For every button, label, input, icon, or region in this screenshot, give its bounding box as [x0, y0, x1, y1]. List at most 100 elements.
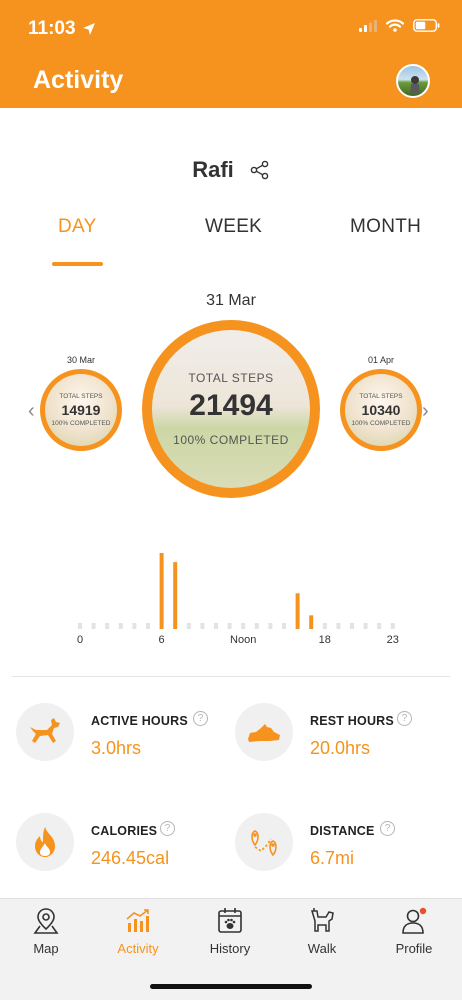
cellular-signal-icon [359, 19, 377, 32]
wifi-icon [386, 19, 404, 32]
chart-bar-hour-16 [295, 593, 300, 629]
chart-bar-hour-2 [105, 623, 110, 629]
chart-tick-label: 0 [77, 634, 83, 646]
chart-bar-hour-5 [146, 623, 150, 629]
chart-bar-hour-1 [91, 623, 96, 629]
rest-hours-help-icon[interactable]: ? [397, 711, 412, 726]
previous-status: 100% COMPLETED [51, 420, 111, 427]
nav-activity-label: Activity [117, 941, 159, 956]
chevron-left-icon[interactable]: ‹ [28, 400, 35, 423]
divider [12, 676, 450, 677]
dog-walk-icon [310, 908, 334, 932]
calories-help-icon[interactable]: ? [160, 821, 175, 836]
status-time-text: 11:03 [28, 18, 76, 39]
running-dog-icon [30, 718, 60, 743]
nav-walk-label: Walk [307, 941, 337, 956]
chart-bar-hour-19 [336, 623, 341, 629]
chevron-right-icon[interactable]: › [422, 400, 429, 423]
chart-bar-hour-3 [118, 623, 123, 629]
current-status: 100% COMPLETED [173, 433, 289, 447]
share-icon[interactable] [250, 160, 270, 180]
calories-icon-circle [16, 813, 74, 871]
chart-bar-hour-9 [200, 623, 205, 629]
distance-value: 6.7mi [310, 848, 355, 868]
chart-bar-hour-13 [254, 623, 259, 629]
nav-profile-label: Profile [395, 941, 433, 956]
page-title: Activity [33, 66, 124, 94]
dog-name: Rafi [192, 157, 234, 182]
next-steps-label: TOTAL STEPS [359, 393, 403, 400]
chart-bar-hour-17 [309, 615, 314, 629]
location-arrow-icon [82, 23, 95, 35]
flame-icon [35, 827, 55, 857]
active-hours-value: 3.0hrs [91, 738, 142, 758]
chart-bar-hour-10 [214, 623, 218, 629]
chart-bar-hour-20 [350, 623, 354, 629]
distance-help-icon[interactable]: ? [380, 821, 395, 836]
chart-bar-hour-4 [132, 623, 137, 629]
calories-label: CALORIES [91, 824, 158, 838]
avatar[interactable] [396, 64, 430, 98]
home-indicator [150, 984, 312, 989]
previous-date: 30 Mar [66, 355, 95, 365]
chart-bar-hour-15 [282, 623, 286, 629]
tab-day[interactable]: DAY [58, 216, 97, 238]
current-steps-label: TOTAL STEPS [188, 371, 274, 385]
chart-bar-hour-11 [227, 623, 232, 629]
current-date: 31 Mar [206, 292, 256, 309]
activity-chart-icon [126, 909, 149, 932]
chart-bar-hour-18 [322, 623, 327, 629]
next-date: 01 Apr [367, 355, 395, 365]
next-day-circle[interactable]: TOTAL STEPS 10340 100% COMPLETED [340, 369, 422, 451]
dog-photo-icon [410, 76, 420, 94]
chart-bar-hour-6 [159, 553, 164, 629]
rest-hours-value: 20.0hrs [310, 738, 371, 758]
previous-day-inner: TOTAL STEPS 14919 100% COMPLETED [45, 374, 117, 446]
previous-day-circle[interactable]: TOTAL STEPS 14919 100% COMPLETED [40, 369, 122, 451]
calendar-paw-icon [218, 908, 242, 933]
tab-month[interactable]: MONTH [350, 216, 421, 238]
chart-bar-hour-0 [78, 623, 82, 629]
rest-hours-icon-circle [235, 703, 293, 761]
current-day-circle[interactable]: TOTAL STEPS 21494 100% COMPLETED [142, 320, 320, 498]
current-day-inner: TOTAL STEPS 21494 100% COMPLETED [152, 330, 310, 488]
rest-hours-label: REST HOURS [310, 714, 394, 728]
chart-bar-hour-12 [241, 623, 246, 629]
status-time: 11:03 [28, 18, 96, 40]
tab-week[interactable]: WEEK [205, 216, 262, 238]
chart-bar-hour-7 [173, 562, 178, 629]
app-header: 11:03 Activity [0, 0, 462, 108]
active-hours-icon-circle [16, 703, 74, 761]
chart-bar-hour-21 [363, 623, 368, 629]
chart-bar-hour-22 [377, 623, 382, 629]
calories-value: 246.45cal [91, 848, 170, 868]
next-status: 100% COMPLETED [351, 420, 411, 427]
previous-steps-label: TOTAL STEPS [59, 393, 103, 400]
nav-map-label: Map [33, 941, 59, 956]
active-hours-label: ACTIVE HOURS [91, 714, 188, 728]
chart-tick-label: 18 [319, 634, 331, 646]
tab-active-indicator [52, 262, 103, 266]
distance-label: DISTANCE [310, 824, 375, 838]
battery-icon [413, 19, 440, 32]
hourly-steps-chart: 0 6 Noon 18 23 [77, 553, 399, 646]
chart-tick-label: 6 [159, 634, 165, 646]
chart-bar-hour-14 [268, 623, 273, 629]
chart-tick-label: 23 [387, 634, 399, 646]
status-icons [359, 19, 440, 32]
route-icon [251, 830, 277, 857]
chart-bar-hour-23 [390, 623, 395, 629]
active-hours-help-icon[interactable]: ? [193, 711, 208, 726]
distance-icon-circle [235, 813, 293, 871]
next-day-inner: TOTAL STEPS 10340 100% COMPLETED [345, 374, 417, 446]
current-steps-value: 21494 [189, 389, 273, 422]
person-icon [402, 907, 427, 934]
dog-name-row: Rafi [0, 155, 462, 185]
next-steps-value: 10340 [361, 402, 401, 418]
chart-bar-hour-8 [186, 623, 191, 629]
nav-history-label: History [209, 941, 251, 956]
previous-steps-value: 14919 [61, 402, 101, 418]
chart-tick-label: Noon [230, 634, 256, 646]
map-pin-icon [33, 908, 59, 934]
resting-dog-icon [248, 724, 280, 742]
